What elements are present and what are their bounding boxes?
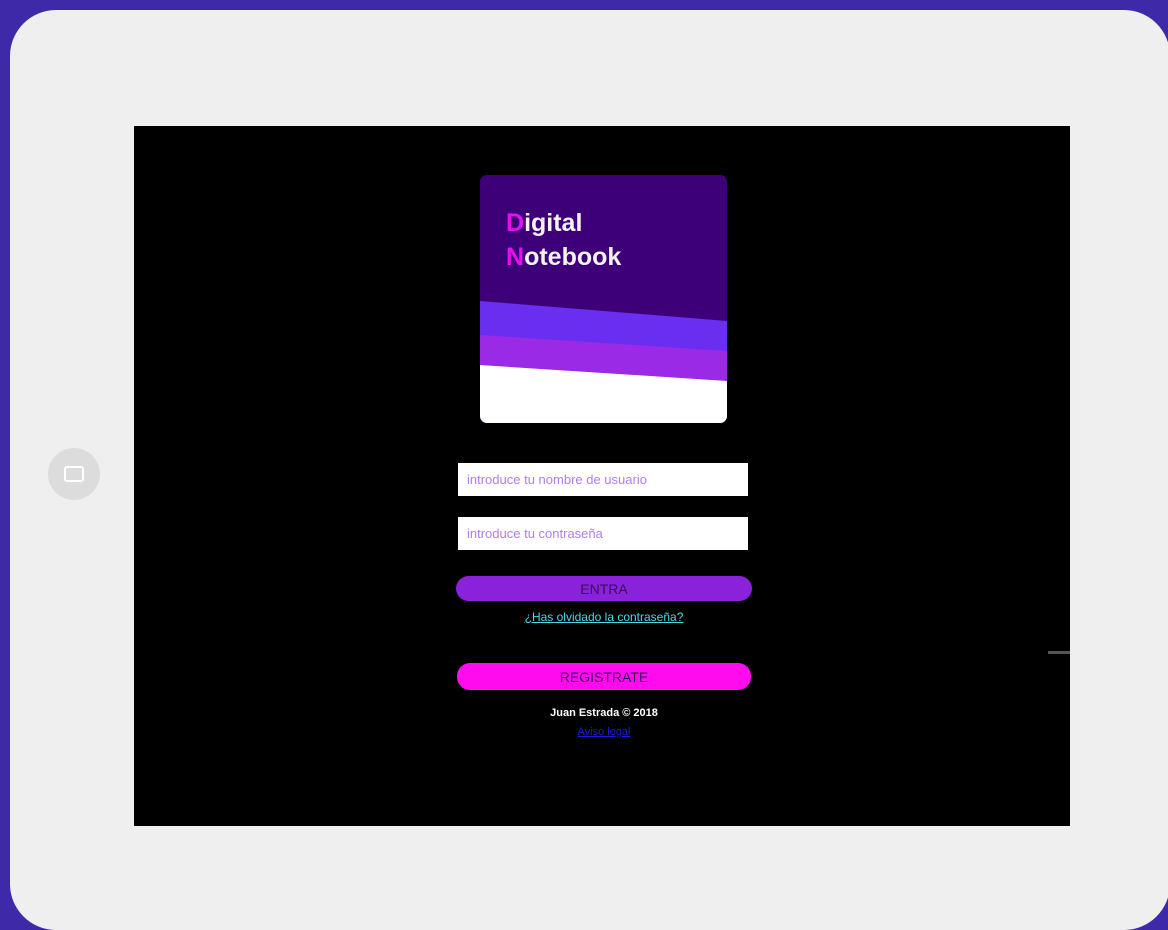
- logo-word-rest-2: otebook: [524, 243, 622, 271]
- logo-initial-n: N: [506, 243, 525, 271]
- username-input[interactable]: introduce tu nombre de usuario: [458, 463, 748, 496]
- app-logo: Digital Notebook: [480, 175, 727, 423]
- legal-notice-link[interactable]: Aviso legal: [134, 726, 1074, 738]
- app-screen: Digital Notebook introduce tu nombre de …: [134, 126, 1070, 826]
- copyright-text: Juan Estrada © 2018: [550, 707, 658, 719]
- password-input[interactable]: introduce tu contraseña: [458, 517, 748, 550]
- logo-initial-d: D: [506, 209, 525, 237]
- logo-word-rest-1: igital: [524, 209, 583, 237]
- login-button[interactable]: ENTRA: [456, 576, 752, 601]
- home-button-icon[interactable]: [48, 448, 100, 500]
- forgot-password-link[interactable]: ¿Has olvidado la contraseña?: [134, 610, 1074, 624]
- username-placeholder: introduce tu nombre de usuario: [467, 472, 647, 487]
- tablet-frame: Digital Notebook introduce tu nombre de …: [10, 10, 1168, 930]
- register-button[interactable]: REGISTRATE: [457, 663, 751, 690]
- logo-title: Digital Notebook: [506, 206, 621, 274]
- password-placeholder: introduce tu contraseña: [467, 526, 603, 541]
- scroll-indicator: [1048, 651, 1070, 654]
